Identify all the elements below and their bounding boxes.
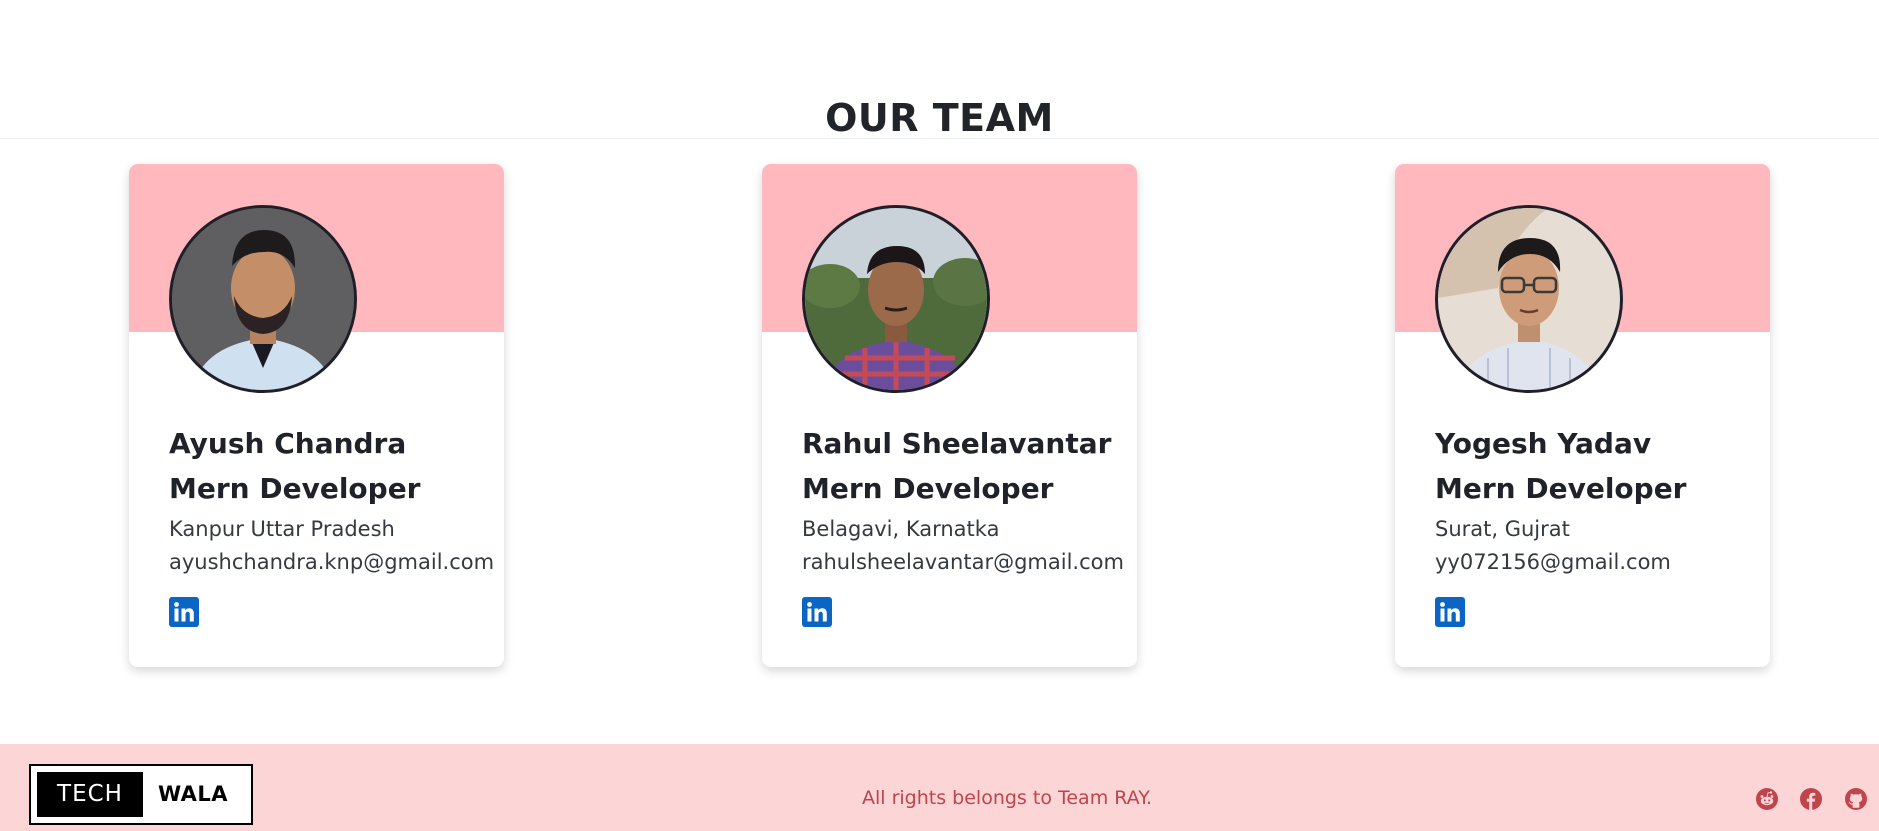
linkedin-icon[interactable] [169,597,199,627]
member-role: Mern Developer [169,472,421,505]
member-email: ayushchandra.knp@gmail.com [169,550,495,574]
copyright-text: All rights belongs to Team RAY. [862,787,1152,809]
reddit-icon[interactable] [1756,788,1778,810]
avatar [802,205,990,393]
member-role: Mern Developer [1435,472,1687,505]
footer: TECH WALA All rights belongs to Team RAY… [0,744,1879,831]
member-name: Yogesh Yadav [1435,427,1652,460]
member-location: Belagavi, Karnatka [802,517,1000,541]
section-divider [0,138,1879,139]
linkedin-icon[interactable] [802,597,832,627]
team-card-rahul: Rahul Sheelavantar Mern Developer Belaga… [762,164,1137,667]
github-icon[interactable] [1845,788,1867,810]
member-email: rahulsheelavantar@gmail.com [802,550,1124,574]
team-card-ayush: Ayush Chandra Mern Developer Kanpur Utta… [129,164,504,667]
section-title: OUR TEAM [825,96,1054,140]
facebook-icon[interactable] [1800,788,1822,810]
team-card-yogesh: Yogesh Yadav Mern Developer Surat, Gujra… [1395,164,1770,667]
member-name: Ayush Chandra [169,427,407,460]
member-email: yy072156@gmail.com [1435,550,1671,574]
member-location: Kanpur Uttar Pradesh [169,517,395,541]
linkedin-icon[interactable] [1435,597,1465,627]
avatar [1435,205,1623,393]
avatar [169,205,357,393]
member-role: Mern Developer [802,472,1054,505]
member-location: Surat, Gujrat [1435,517,1570,541]
member-name: Rahul Sheelavantar [802,427,1112,460]
